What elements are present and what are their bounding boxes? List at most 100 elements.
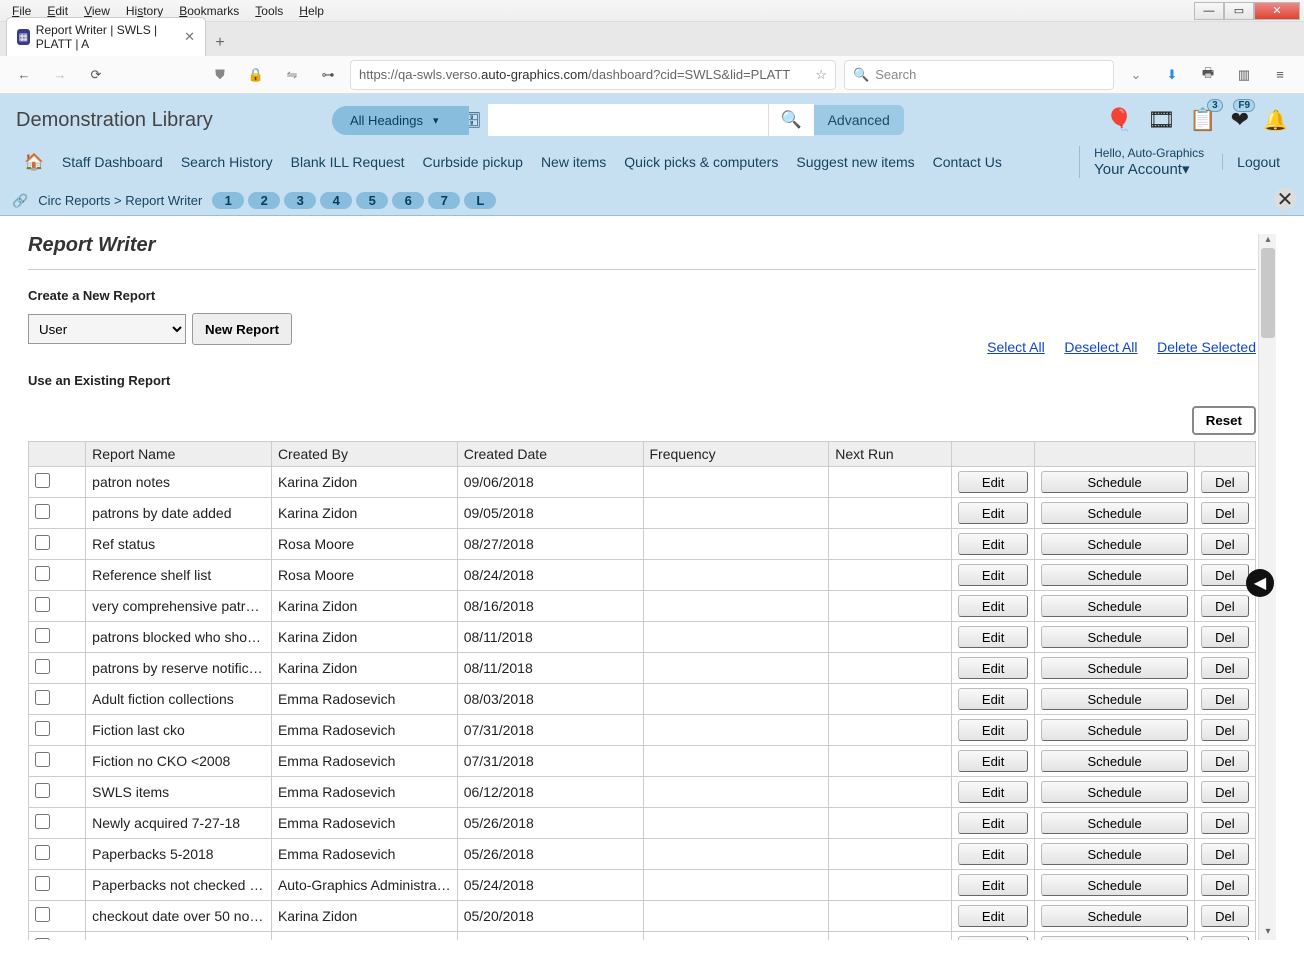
col-report-name[interactable]: Report Name bbox=[86, 442, 272, 467]
scroll-thumb[interactable] bbox=[1261, 248, 1275, 338]
nav-blank-ill[interactable]: Blank ILL Request bbox=[291, 154, 405, 170]
row-checkbox[interactable] bbox=[35, 473, 50, 488]
row-checkbox[interactable] bbox=[35, 566, 50, 581]
edit-button[interactable]: Edit bbox=[958, 874, 1029, 896]
schedule-button[interactable]: Schedule bbox=[1041, 719, 1187, 741]
row-checkbox[interactable] bbox=[35, 597, 50, 612]
reset-button[interactable]: Reset bbox=[1192, 406, 1256, 435]
edit-button[interactable]: Edit bbox=[958, 533, 1029, 555]
film-icon[interactable]: 🎞 bbox=[1147, 107, 1175, 133]
row-checkbox[interactable] bbox=[35, 752, 50, 767]
edit-button[interactable]: Edit bbox=[958, 781, 1029, 803]
edit-button[interactable]: Edit bbox=[958, 905, 1029, 927]
row-checkbox[interactable] bbox=[35, 628, 50, 643]
hamburger-icon[interactable]: ≡ bbox=[1266, 61, 1294, 89]
reload-button[interactable]: ⟳ bbox=[82, 61, 110, 89]
edit-button[interactable]: Edit bbox=[958, 502, 1029, 524]
nav-search-history[interactable]: Search History bbox=[181, 154, 273, 170]
delete-button[interactable]: Del bbox=[1201, 719, 1249, 741]
row-checkbox[interactable] bbox=[35, 938, 50, 940]
close-panel-icon[interactable]: ✕ bbox=[1274, 188, 1296, 210]
logout-link[interactable]: Logout bbox=[1222, 154, 1280, 170]
nav-curbside[interactable]: Curbside pickup bbox=[423, 154, 523, 170]
schedule-button[interactable]: Schedule bbox=[1041, 471, 1187, 493]
delete-button[interactable]: Del bbox=[1201, 626, 1249, 648]
edit-button[interactable]: Edit bbox=[958, 719, 1029, 741]
delete-button[interactable]: Del bbox=[1201, 750, 1249, 772]
delete-button[interactable]: Del bbox=[1201, 502, 1249, 524]
schedule-button[interactable]: Schedule bbox=[1041, 657, 1187, 679]
row-checkbox[interactable] bbox=[35, 659, 50, 674]
row-checkbox[interactable] bbox=[35, 690, 50, 705]
edit-button[interactable]: Edit bbox=[958, 750, 1029, 772]
schedule-button[interactable]: Schedule bbox=[1041, 905, 1187, 927]
row-checkbox[interactable] bbox=[35, 783, 50, 798]
history-pill[interactable]: 7 bbox=[428, 192, 460, 209]
report-type-select[interactable]: User bbox=[28, 314, 186, 344]
history-pill[interactable]: 2 bbox=[248, 192, 280, 209]
balloon-icon[interactable]: 🎈 bbox=[1106, 107, 1133, 133]
delete-button[interactable]: Del bbox=[1201, 812, 1249, 834]
bookmark-star-icon[interactable]: ☆ bbox=[815, 67, 827, 83]
downloads-icon[interactable]: ⬇ bbox=[1158, 61, 1186, 89]
browser-search-box[interactable]: 🔍 Search bbox=[844, 60, 1114, 90]
search-button[interactable]: 🔍 bbox=[768, 104, 814, 136]
window-close[interactable]: ✕ bbox=[1254, 2, 1300, 20]
schedule-button[interactable]: Schedule bbox=[1041, 626, 1187, 648]
schedule-button[interactable]: Schedule bbox=[1041, 595, 1187, 617]
lists-icon[interactable]: 📋3 bbox=[1189, 107, 1216, 133]
col-next-run[interactable]: Next Run bbox=[829, 442, 951, 467]
url-bar[interactable]: https://qa-swls.verso.auto-graphics.com/… bbox=[350, 60, 836, 90]
print-icon[interactable]: 🖶 bbox=[1194, 61, 1222, 89]
edit-button[interactable]: Edit bbox=[958, 936, 1029, 940]
scroll-down-icon[interactable]: ▾ bbox=[1260, 926, 1276, 940]
window-maximize[interactable]: ▭ bbox=[1224, 2, 1254, 20]
back-button[interactable]: ← bbox=[10, 61, 38, 89]
reader-toggle-icon[interactable]: ⇋ bbox=[278, 61, 306, 89]
key-icon[interactable]: ⊶ bbox=[314, 61, 342, 89]
col-created-date[interactable]: Created Date bbox=[457, 442, 643, 467]
schedule-button[interactable]: Schedule bbox=[1041, 874, 1187, 896]
row-checkbox[interactable] bbox=[35, 845, 50, 860]
edit-button[interactable]: Edit bbox=[958, 595, 1029, 617]
window-minimize[interactable]: — bbox=[1194, 2, 1224, 20]
bell-icon[interactable]: 🔔 bbox=[1263, 108, 1288, 133]
tab-close-icon[interactable]: ✕ bbox=[184, 29, 195, 45]
row-checkbox[interactable] bbox=[35, 504, 50, 519]
schedule-button[interactable]: Schedule bbox=[1041, 781, 1187, 803]
browser-tab[interactable]: ▦ Report Writer | SWLS | PLATT | A ✕ bbox=[6, 17, 206, 56]
nav-quick-picks[interactable]: Quick picks & computers bbox=[624, 154, 778, 170]
menu-tools[interactable]: Tools bbox=[247, 2, 291, 20]
history-pill[interactable]: 1 bbox=[212, 192, 244, 209]
menu-help[interactable]: Help bbox=[291, 2, 332, 20]
history-pill[interactable]: L bbox=[464, 192, 496, 209]
nav-new-items[interactable]: New items bbox=[541, 154, 606, 170]
edit-button[interactable]: Edit bbox=[958, 843, 1029, 865]
advanced-search-button[interactable]: Advanced bbox=[814, 105, 904, 135]
edit-button[interactable]: Edit bbox=[958, 657, 1029, 679]
delete-button[interactable]: Del bbox=[1201, 688, 1249, 710]
edit-button[interactable]: Edit bbox=[958, 688, 1029, 710]
new-tab-button[interactable]: + bbox=[206, 34, 234, 56]
history-pill[interactable]: 6 bbox=[392, 192, 424, 209]
row-checkbox[interactable] bbox=[35, 907, 50, 922]
pocket-icon[interactable]: ⌄ bbox=[1122, 61, 1150, 89]
favorites-icon[interactable]: ❤F9 bbox=[1231, 107, 1249, 133]
delete-button[interactable]: Del bbox=[1201, 843, 1249, 865]
feedback-fab-icon[interactable]: ◀ bbox=[1246, 569, 1274, 597]
schedule-button[interactable]: Schedule bbox=[1041, 936, 1187, 940]
delete-button[interactable]: Del bbox=[1201, 533, 1249, 555]
delete-selected-link[interactable]: Delete Selected bbox=[1157, 339, 1256, 355]
scroll-up-icon[interactable]: ▴ bbox=[1260, 234, 1276, 248]
delete-button[interactable]: Del bbox=[1201, 564, 1249, 586]
account-box[interactable]: Hello, Auto-Graphics Your Account▾ bbox=[1079, 146, 1204, 178]
headings-dropdown[interactable]: All Headings ▾ bbox=[332, 106, 469, 135]
schedule-button[interactable]: Schedule bbox=[1041, 688, 1187, 710]
nav-staff-dashboard[interactable]: Staff Dashboard bbox=[62, 154, 163, 170]
catalog-search-input[interactable] bbox=[488, 104, 768, 136]
home-icon[interactable]: 🏠 bbox=[24, 152, 44, 172]
history-pill[interactable]: 4 bbox=[320, 192, 352, 209]
history-pill[interactable]: 3 bbox=[284, 192, 316, 209]
edit-button[interactable]: Edit bbox=[958, 812, 1029, 834]
delete-button[interactable]: Del bbox=[1201, 595, 1249, 617]
